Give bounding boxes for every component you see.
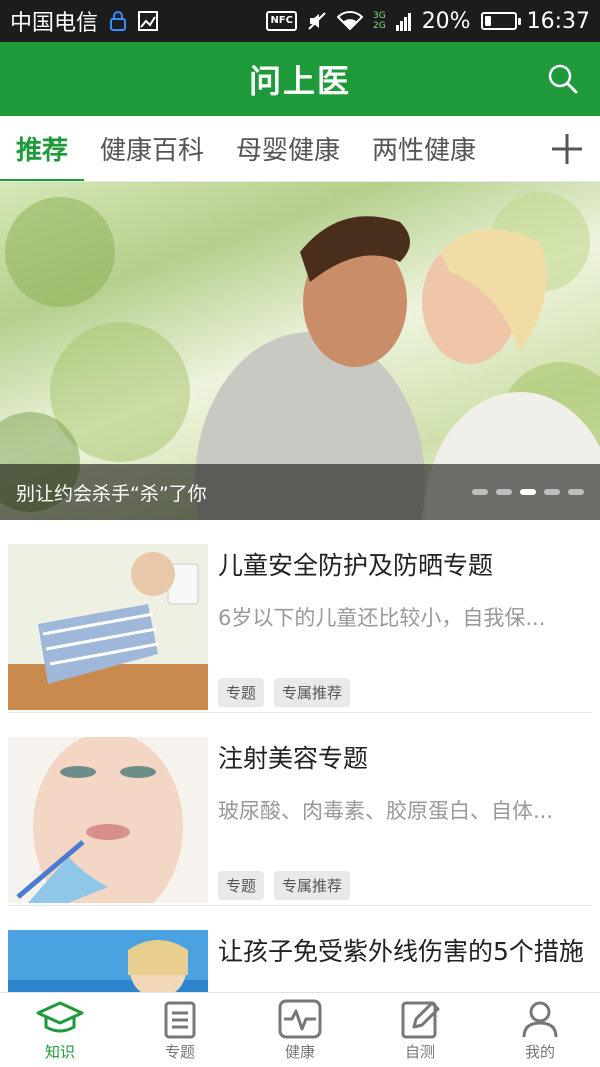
nav-mine[interactable]: 我的 [480,993,600,1067]
article-card-uv-protection[interactable]: 让孩子免受紫外线伤害的5个措施 [8,906,592,992]
edit-icon [401,1001,440,1038]
article-tags: 专题 专属推荐 [218,871,351,900]
nav-topics[interactable]: 专题 [120,993,240,1067]
carousel-dot [472,489,488,495]
nav-knowledge[interactable]: 知识 [0,993,120,1067]
battery-icon [480,12,521,30]
banner-carousel[interactable]: 别让约会杀手“杀”了你 [0,182,600,520]
article-thumbnail [8,930,208,992]
app-bar: 问上医 [0,42,600,116]
tag-topic: 专题 [218,871,265,900]
banner-caption: 别让约会杀手“杀”了你 [16,482,207,505]
tag-exclusive: 专属推荐 [274,678,351,707]
banner-caption-bar: 别让约会杀手“杀”了你 [0,464,600,520]
article-list: 儿童安全防护及防晒专题 6岁以下的儿童还比较小，自我保... 专题 专属推荐 注… [0,520,600,992]
nav-label: 专题 [164,1042,195,1061]
tab-recommend[interactable]: 推荐 [0,116,85,181]
carrier-name: 中国电信 [10,11,99,36]
mute-icon [307,11,327,31]
article-description: 玻尿酸、肉毒素、胶原蛋白、自体... [218,799,554,823]
tab-maternal-infant[interactable]: 母婴健康 [220,116,356,181]
nav-label: 健康 [284,1042,315,1061]
search-button[interactable] [544,60,582,98]
bottom-nav: 知识 专题 健康 自测 我的 [0,992,600,1067]
article-description: 6岁以下的儿童还比较小，自我保... [218,606,546,630]
signal-bars-icon [395,11,412,31]
nav-self-test[interactable]: 自测 [360,993,480,1067]
nav-label: 自测 [404,1042,435,1061]
category-tabs: 推荐 健康百科 母婴健康 两性健康 [0,116,600,182]
image-icon [138,11,159,31]
article-tags: 专题 专属推荐 [218,678,351,707]
plus-icon [552,134,582,164]
search-icon [548,64,578,94]
article-thumbnail [8,737,208,903]
nav-label: 知识 [44,1042,75,1061]
signal-icon: 3G 2G [372,11,386,31]
article-card-injection-beauty[interactable]: 注射美容专题 玻尿酸、肉毒素、胶原蛋白、自体... 专题 专属推荐 [8,713,592,906]
graduation-cap-icon [36,1001,84,1032]
lock-icon [108,10,128,32]
tab-sexual-health[interactable]: 两性健康 [356,116,492,181]
article-title: 儿童安全防护及防晒专题 [218,551,494,580]
article-title: 让孩子免受紫外线伤害的5个措施 [218,937,584,966]
carousel-dot [496,489,512,495]
article-title: 注射美容专题 [218,744,369,773]
add-tab-button[interactable] [534,116,600,181]
status-bar: 中国电信 NFC 3G 2G 20% 16:37 [0,0,600,42]
clock: 16:37 [526,8,590,34]
tag-exclusive: 专属推荐 [274,871,351,900]
user-icon [522,1001,558,1037]
nav-health[interactable]: 健康 [240,993,360,1067]
nav-label: 我的 [524,1042,555,1061]
tag-topic: 专题 [218,678,265,707]
carousel-indicator [472,489,584,495]
carousel-dot-active [520,489,536,495]
nfc-icon: NFC [266,11,297,31]
clipboard-icon [164,1001,196,1038]
article-card-child-safety[interactable]: 儿童安全防护及防晒专题 6岁以下的儿童还比较小，自我保... 专题 专属推荐 [8,520,592,713]
carousel-dot [544,489,560,495]
pulse-icon [278,999,322,1038]
wifi-icon [336,11,363,31]
battery-percent: 20% [421,8,471,34]
article-thumbnail [8,544,208,710]
carousel-dot [568,489,584,495]
app-title: 问上医 [248,62,351,100]
tab-health-encyclopedia[interactable]: 健康百科 [84,116,220,181]
